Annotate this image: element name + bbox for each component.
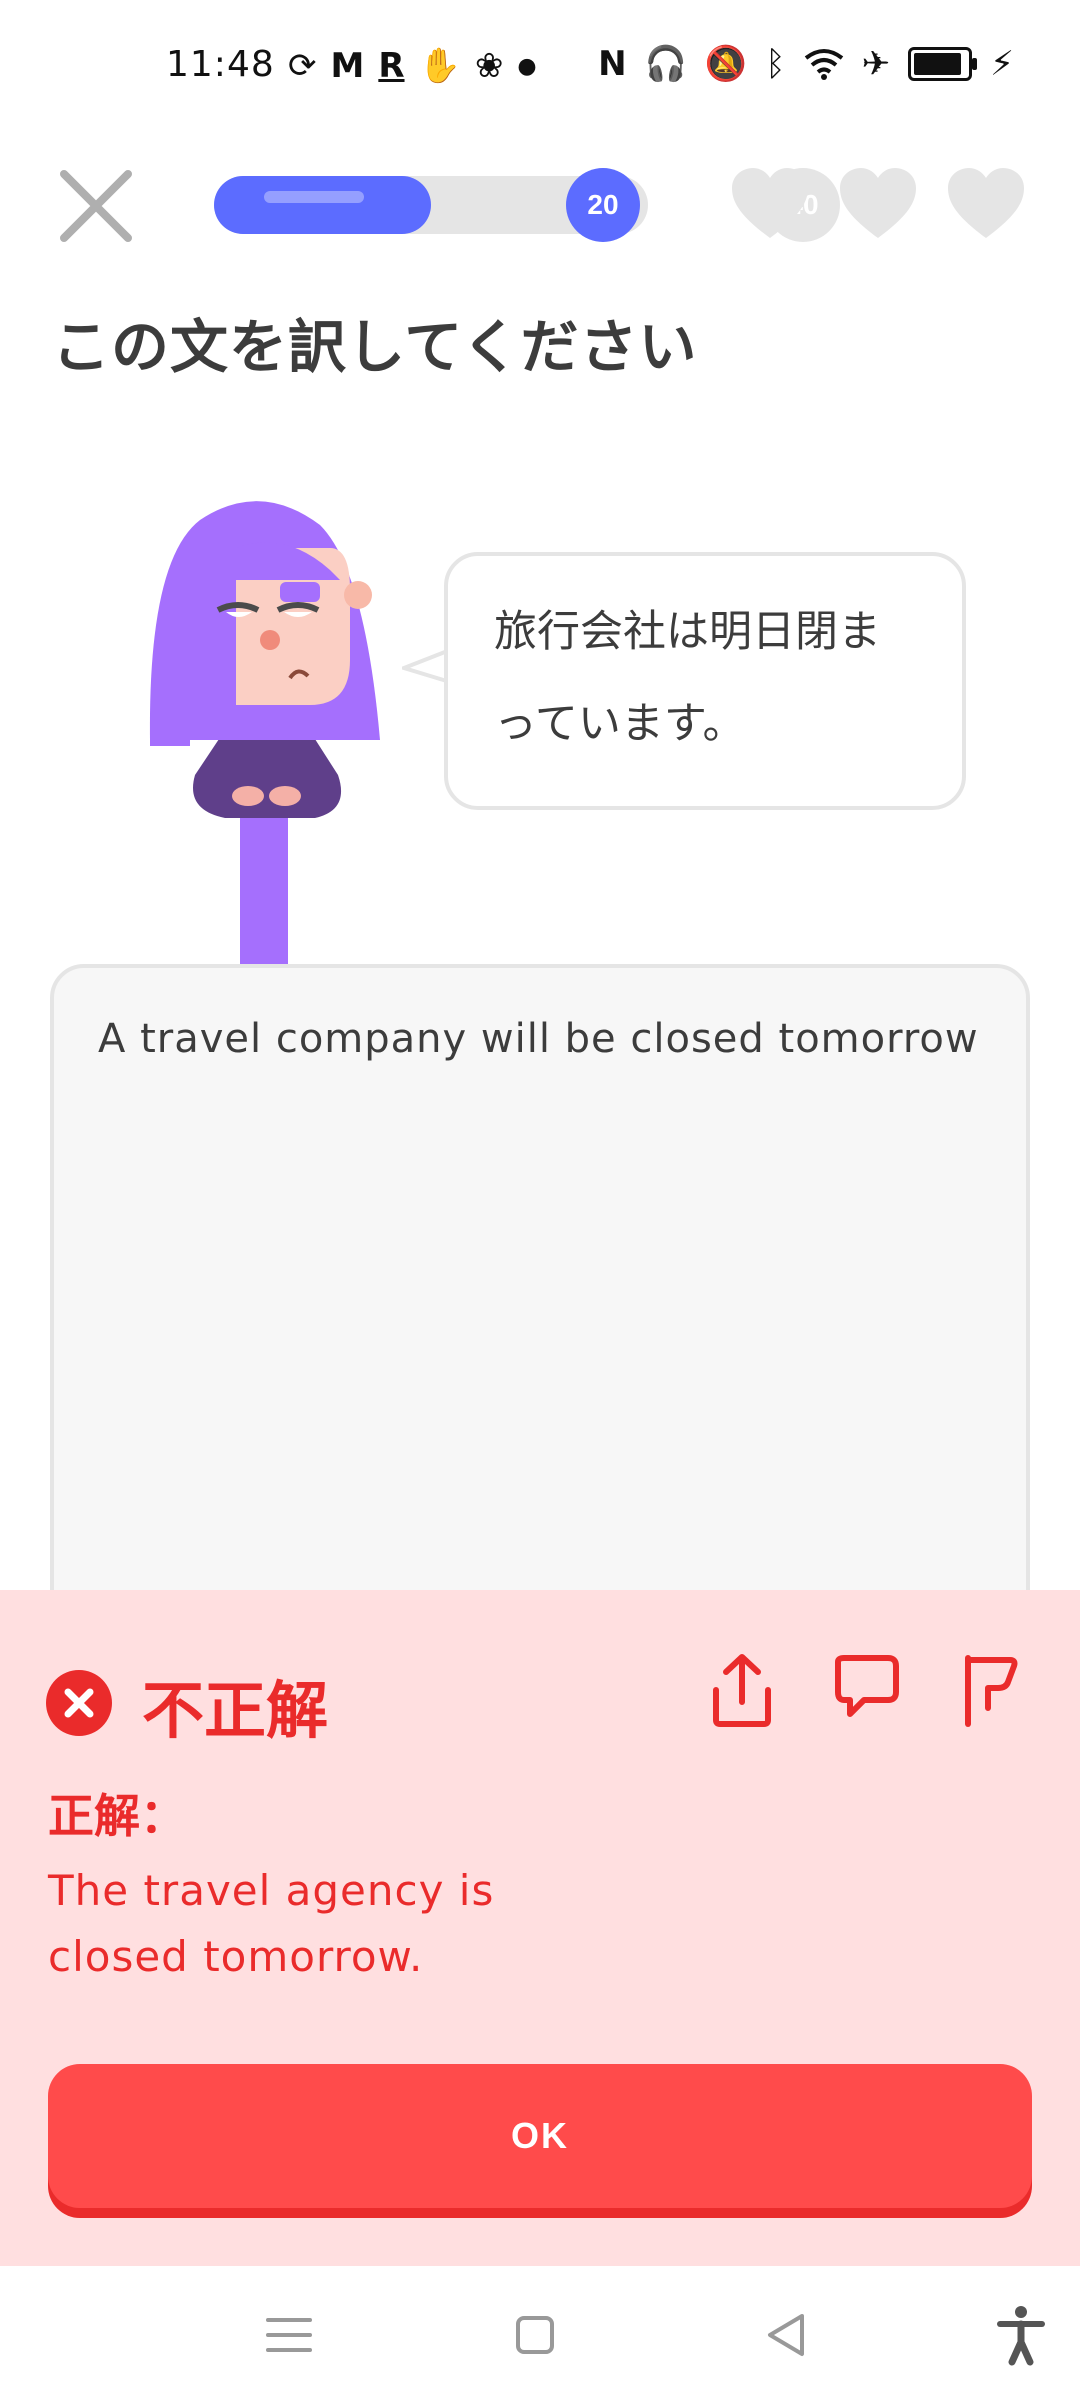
speech-line-1: 旅行会社は明日閉ま: [494, 607, 881, 657]
r-icon: R: [378, 46, 405, 86]
heart-icon: [732, 168, 808, 238]
answer-text: A travel company will be closed tomorrow: [98, 1016, 979, 1062]
hand-icon: ✋: [418, 46, 461, 86]
share-icon[interactable]: [706, 1652, 778, 1728]
accessibility-icon[interactable]: [986, 2300, 1056, 2370]
system-nav-bar: [0, 2266, 1080, 2400]
ok-button[interactable]: OK: [48, 2064, 1032, 2208]
status-time: 11:48: [166, 44, 275, 85]
bluetooth-icon: ᛒ: [765, 44, 786, 84]
status-notification-icons: ⟳ M R ✋ ❀ ●: [288, 46, 537, 86]
wifi-icon: [804, 49, 843, 80]
lotus-icon: ❀: [474, 46, 504, 86]
nfc-icon: N: [598, 44, 627, 84]
headphones-icon: 🎧: [644, 44, 687, 84]
progress-shine: [264, 191, 364, 203]
correct-answer-text: The travel agency is closed tomorrow.: [48, 1866, 495, 1981]
error-x-icon: [46, 1670, 112, 1736]
status-bar: 11:48 ⟳ M R ✋ ❀ ● N 🎧 🔕 ᛒ ✈ ⚡: [0, 0, 1080, 130]
status-system-icons: N 🎧 🔕 ᛒ ✈ ⚡: [598, 44, 1014, 84]
gmail-icon: M: [330, 46, 365, 86]
feedback-actions: [706, 1652, 1026, 1728]
progress-fill: [214, 176, 431, 234]
heart-icon: [948, 168, 1024, 238]
feedback-panel: 不正解 正解： The travel agency is closed tomo…: [0, 1590, 1080, 2266]
close-icon[interactable]: [56, 166, 136, 246]
hearts: [730, 168, 1026, 240]
character-illustration: [149, 501, 380, 970]
comment-icon[interactable]: [830, 1652, 902, 1728]
back-triangle-icon[interactable]: [752, 2300, 822, 2370]
correct-answer-label: 正解：: [48, 1789, 186, 1843]
dot-icon: ●: [517, 53, 537, 79]
speech-bubble: 旅行会社は明日閉ま っています。: [444, 552, 966, 810]
battery-icon: [908, 47, 978, 81]
home-square-icon[interactable]: [500, 2300, 570, 2370]
menu-icon[interactable]: [254, 2300, 324, 2370]
progress-current-count: 20: [566, 168, 640, 242]
page-title: この文を訳してください: [52, 313, 698, 381]
flag-icon[interactable]: [954, 1652, 1026, 1728]
airplane-icon: ✈: [861, 44, 891, 84]
sync-icon: ⟳: [288, 46, 317, 86]
progress-bar: 20 40: [214, 168, 840, 242]
feedback-title: 不正解: [142, 1674, 329, 1747]
bell-off-icon: 🔕: [704, 44, 748, 84]
heart-icon: [840, 168, 916, 238]
charging-icon: ⚡: [990, 44, 1014, 84]
speech-line-2: っています。: [494, 699, 746, 749]
